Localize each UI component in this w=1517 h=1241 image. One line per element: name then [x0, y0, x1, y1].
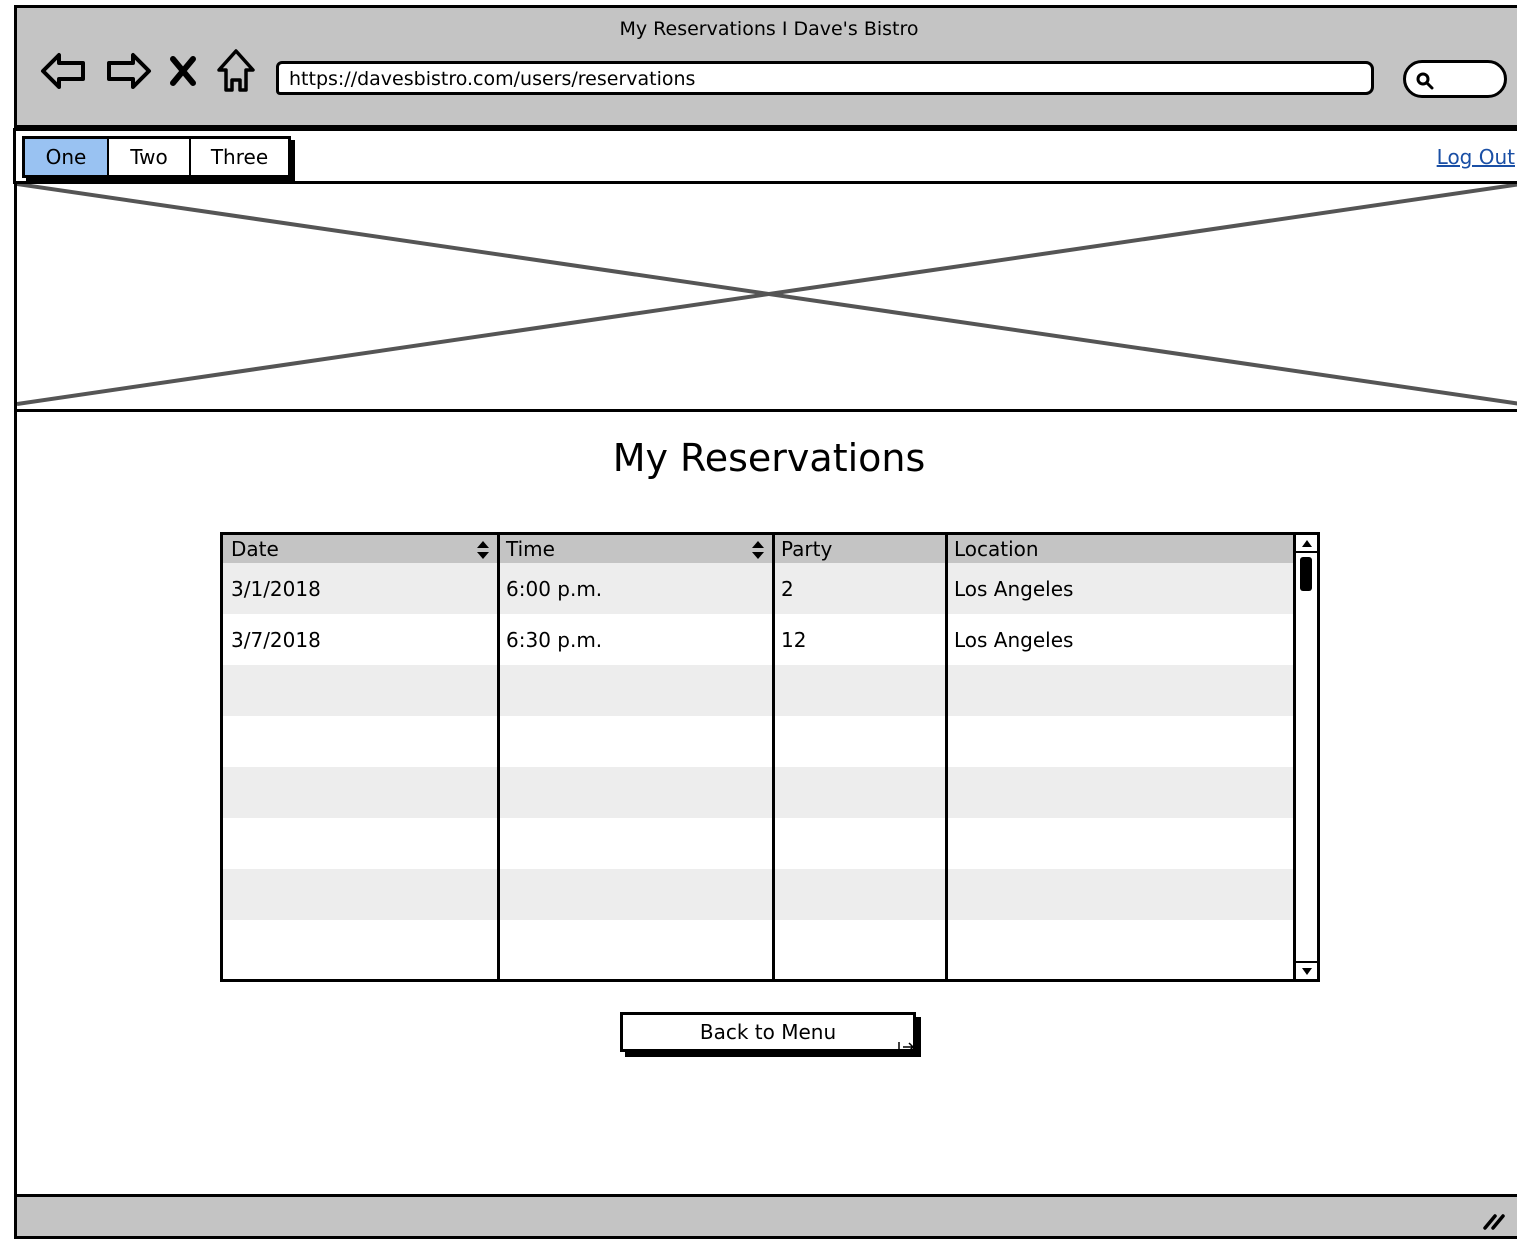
cell-party	[773, 920, 946, 971]
table-row[interactable]: 3/1/2018 6:00 p.m. 2 Los Angeles	[223, 563, 1296, 614]
column-header-label: Date	[231, 537, 279, 561]
column-divider	[497, 535, 500, 979]
home-icon[interactable]	[213, 46, 259, 96]
window-title: My Reservations I Dave's Bistro	[619, 18, 919, 40]
table-row[interactable]	[223, 665, 1296, 716]
url-bar[interactable]: https://davesbistro.com/users/reservatio…	[276, 61, 1374, 95]
cell-date	[223, 869, 498, 920]
column-divider	[945, 535, 948, 979]
cell-time	[498, 716, 773, 767]
cell-time	[498, 869, 773, 920]
tab-one[interactable]: One	[25, 139, 109, 175]
cell-date: 3/1/2018	[231, 576, 321, 601]
browser-window: My Reservations I Dave's Bistro https://…	[13, 5, 1517, 1239]
column-header-label: Location	[954, 537, 1039, 561]
column-header-location[interactable]: Location	[946, 535, 1296, 563]
cell-time	[498, 767, 773, 818]
table-row[interactable]	[223, 716, 1296, 767]
cell-party	[773, 767, 946, 818]
scroll-up-icon[interactable]	[1296, 535, 1317, 553]
cell-date: 3/7/2018	[231, 627, 321, 652]
cell-location	[946, 869, 1296, 920]
cell-time	[498, 665, 773, 716]
cell-party	[773, 665, 946, 716]
table-row[interactable]	[223, 869, 1296, 920]
cell-party	[773, 818, 946, 869]
tab-three[interactable]: Three	[191, 139, 288, 175]
browser-chrome: My Reservations I Dave's Bistro https://…	[17, 8, 1517, 128]
placeholder-cross-icon	[17, 184, 1517, 406]
cell-party	[773, 716, 946, 767]
scroll-thumb[interactable]	[1300, 557, 1312, 591]
cell-party: 12	[781, 627, 807, 652]
tab-two[interactable]: Two	[109, 139, 191, 175]
column-header-label: Party	[781, 537, 833, 561]
table-scrollbar[interactable]	[1293, 535, 1317, 979]
cell-location: Los Angeles	[954, 576, 1074, 601]
cell-time: 6:00 p.m.	[506, 576, 603, 601]
cell-location	[946, 920, 1296, 971]
table-row[interactable]	[223, 920, 1296, 971]
cell-location	[946, 818, 1296, 869]
cell-date	[223, 665, 498, 716]
cell-time	[498, 920, 773, 971]
back-arrow-icon[interactable]	[39, 46, 89, 96]
column-header-party[interactable]: Party	[773, 535, 946, 563]
status-bar	[17, 1194, 1517, 1236]
cell-location	[946, 767, 1296, 818]
tab-group: One Two Three	[22, 136, 291, 178]
table-header: Date Time Party Location	[223, 535, 1296, 563]
cell-date	[223, 818, 498, 869]
back-to-menu-button[interactable]: Back to Menu	[620, 1012, 916, 1053]
banner-image-placeholder	[17, 184, 1517, 412]
table-row[interactable]	[223, 767, 1296, 818]
cell-date	[223, 716, 498, 767]
cell-date	[223, 767, 498, 818]
column-header-date[interactable]: Date	[223, 535, 498, 563]
column-divider	[772, 535, 775, 979]
cell-party	[773, 869, 946, 920]
search-icon	[1416, 72, 1434, 94]
cell-location: Los Angeles	[954, 627, 1074, 652]
link-cursor-icon	[898, 1042, 915, 1053]
cell-location	[946, 665, 1296, 716]
cell-location	[946, 716, 1296, 767]
tab-bar: One Two Three Log Out	[13, 128, 1517, 184]
log-out-link[interactable]: Log Out	[1437, 145, 1515, 169]
scroll-down-icon[interactable]	[1296, 961, 1317, 979]
column-header-label: Time	[506, 537, 555, 561]
resize-grip-icon[interactable]	[1481, 1210, 1507, 1230]
back-to-menu-label: Back to Menu	[699, 1020, 837, 1044]
table-row[interactable]: 3/7/2018 6:30 p.m. 12 Los Angeles	[223, 614, 1296, 665]
browser-search-box[interactable]	[1403, 60, 1507, 98]
cell-time	[498, 818, 773, 869]
sort-icon	[752, 541, 764, 559]
page-title: My Reservations	[612, 436, 926, 480]
cell-date	[223, 920, 498, 971]
reservations-table: Date Time Party Location 3/1/2018 6:00 p…	[220, 532, 1320, 982]
sort-icon	[477, 541, 489, 559]
cell-party: 2	[781, 576, 794, 601]
forward-arrow-icon[interactable]	[103, 46, 153, 96]
column-header-time[interactable]: Time	[498, 535, 773, 563]
table-row[interactable]	[223, 818, 1296, 869]
close-x-icon[interactable]	[163, 46, 203, 96]
cell-time: 6:30 p.m.	[506, 627, 603, 652]
